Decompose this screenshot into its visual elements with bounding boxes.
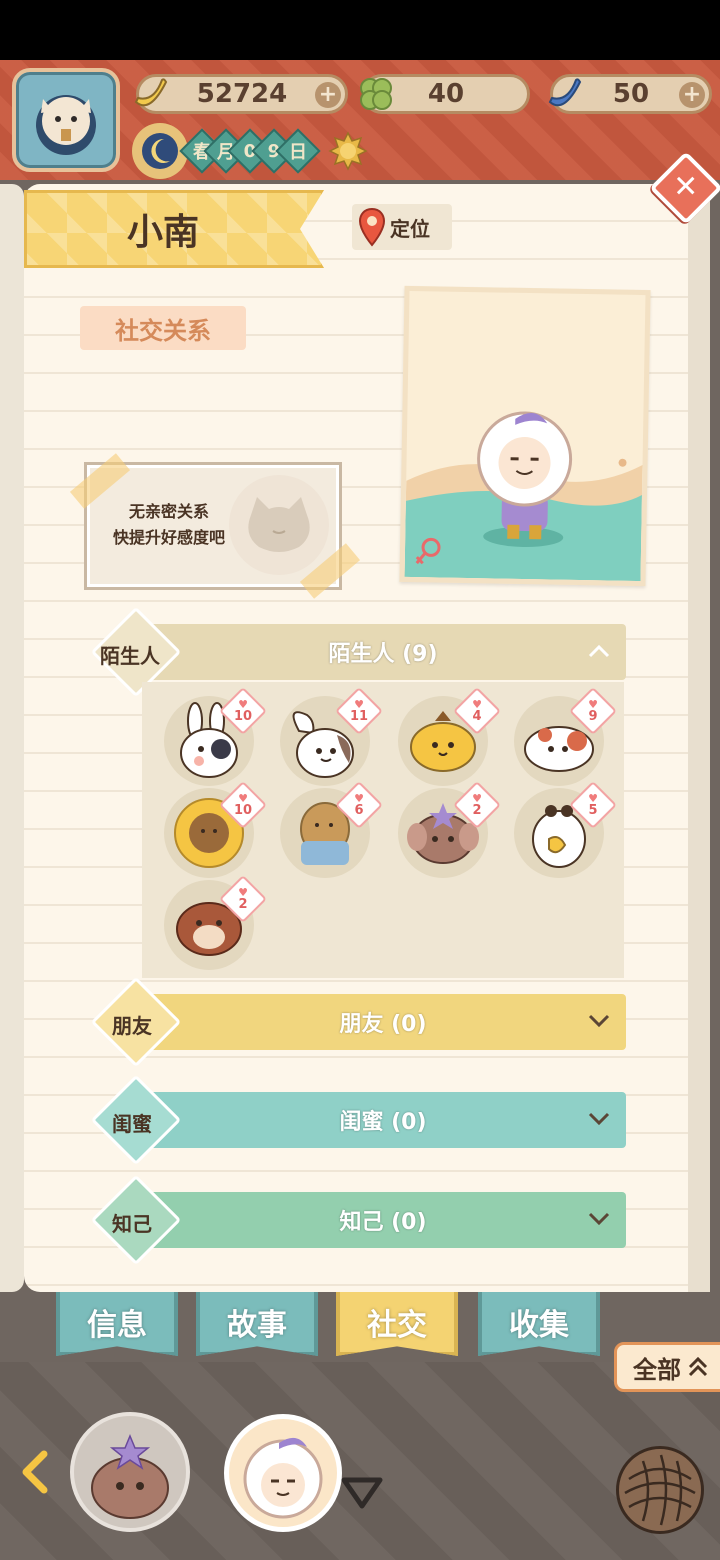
category-title-confidant: 知己 (0): [339, 1210, 427, 1235]
character-name: 小南: [127, 212, 200, 253]
date-display: 春 月 0 9 日: [132, 123, 368, 179]
book-page-edge: [688, 184, 710, 1292]
close-icon: ✕: [673, 169, 699, 205]
blue-banana-count: 50: [612, 79, 650, 109]
banana-counter: 52724 +: [134, 74, 348, 114]
add-banana-button[interactable]: +: [315, 82, 341, 108]
clover-icon: [351, 69, 401, 119]
book-spine: [0, 184, 24, 1292]
category-title-bestie: 闺蜜 (0): [339, 1110, 427, 1135]
category-label-stranger: 陌生人: [100, 644, 160, 668]
chevron-down-icon: [588, 1208, 610, 1230]
tab-social[interactable]: 社交: [336, 1292, 458, 1356]
yarn-ball-icon: [624, 1454, 696, 1526]
yarn-ball-button[interactable]: [616, 1446, 704, 1534]
cat-player-icon: [36, 95, 96, 155]
no-intimate-line2: 快提升好感度吧: [112, 528, 225, 547]
no-intimate-text: 无亲密关系 快提升好感度吧: [95, 499, 243, 551]
double-chevron-up-icon: [688, 1356, 708, 1377]
triangle-down-icon[interactable]: [340, 1476, 384, 1510]
locate-label: 定位: [390, 216, 430, 241]
category-label-confidant: 知己: [112, 1212, 152, 1236]
player-avatar[interactable]: [12, 68, 120, 172]
category-title-stranger: 陌生人 (9): [328, 642, 438, 667]
chevron-left-icon[interactable]: [18, 1450, 54, 1494]
cat-silhouette-icon: [229, 475, 329, 575]
category-header-confidant[interactable]: 知己 (0): [140, 1192, 626, 1248]
chevron-down-icon: [588, 1108, 610, 1130]
no-intimate-line1: 无亲密关系: [128, 502, 209, 521]
add-blue-banana-button[interactable]: +: [679, 82, 705, 108]
tab-info[interactable]: 信息: [56, 1292, 178, 1356]
profile-tabs: 信息 故事 社交 收集: [0, 1292, 720, 1362]
category-title-friend: 朋友 (0): [339, 1012, 427, 1037]
no-intimate-card: 无亲密关系 快提升好感度吧: [84, 462, 342, 590]
female-symbol-icon: [415, 537, 441, 565]
status-bar: [0, 0, 720, 60]
banana-count: 52724: [196, 79, 288, 109]
top-header: 52724 + 40 50 + 春 月 0 9 日: [0, 60, 720, 180]
filter-all-label: 全部: [633, 1355, 681, 1384]
tab-story[interactable]: 故事: [196, 1292, 318, 1356]
character-select-sheep[interactable]: [224, 1414, 342, 1532]
name-banner: 小南: [24, 190, 324, 268]
category-label-bestie: 闺蜜: [112, 1112, 152, 1136]
category-label-friend: 朋友: [112, 1014, 152, 1038]
filter-all-button[interactable]: 全部: [614, 1342, 720, 1392]
blue-banana-counter: 50 +: [548, 74, 712, 114]
chevron-down-icon: [588, 1010, 610, 1032]
blue-banana-icon: [539, 69, 589, 119]
clover-count: 40: [427, 79, 465, 109]
tab-collection[interactable]: 收集: [478, 1292, 600, 1356]
sheep-character-icon: [243, 1437, 323, 1519]
clover-counter: 40: [360, 74, 530, 114]
section-label: 社交关系: [80, 306, 246, 350]
map-pin-icon: [358, 207, 386, 247]
sun-icon: [328, 131, 368, 171]
banana-icon: [125, 69, 175, 119]
elephant-icon: [91, 1434, 169, 1519]
locate-button[interactable]: 定位: [352, 204, 452, 250]
character-portrait: [399, 285, 651, 587]
category-header-stranger[interactable]: 陌生人 (9): [140, 624, 626, 680]
character-select-elephant[interactable]: [70, 1412, 190, 1532]
category-header-friend[interactable]: 朋友 (0): [140, 994, 626, 1050]
chevron-up-icon: [588, 640, 610, 662]
date-cell: 日: [275, 128, 321, 174]
category-header-bestie[interactable]: 闺蜜 (0): [140, 1092, 626, 1148]
